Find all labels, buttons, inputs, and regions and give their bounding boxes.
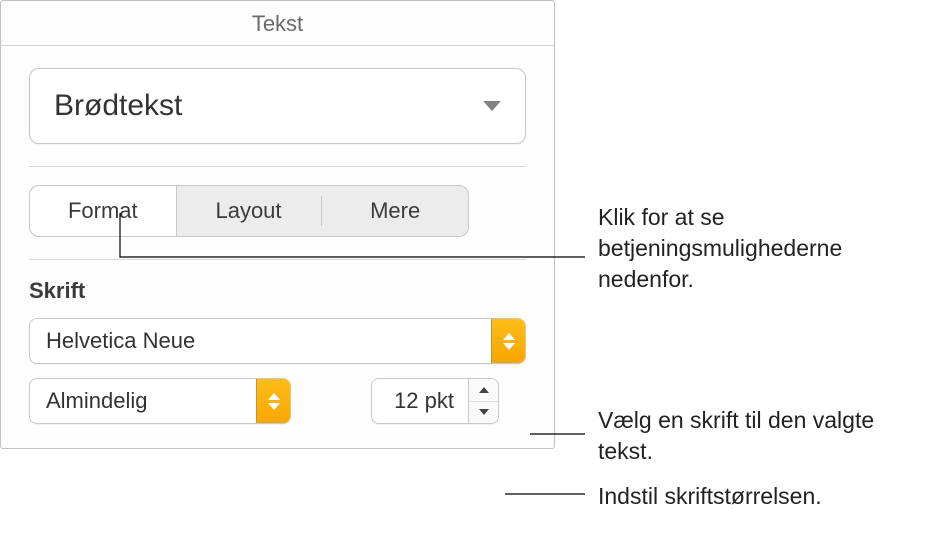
- typeface-select[interactable]: Almindelig: [29, 378, 291, 424]
- chevron-down-icon: [483, 101, 501, 111]
- panel-title: Tekst: [1, 1, 554, 46]
- tab-more[interactable]: Mere: [322, 186, 468, 236]
- tab-layout[interactable]: Layout: [176, 186, 322, 236]
- font-size-stepper: [468, 379, 498, 423]
- callout-size: Indstil skriftstørrelsen.: [598, 481, 918, 512]
- text-tab-segmented: Format Layout Mere: [29, 185, 469, 237]
- divider: [29, 166, 526, 167]
- font-section-label: Skrift: [29, 278, 526, 304]
- font-family-select[interactable]: Helvetica Neue: [29, 318, 526, 364]
- stepper-up[interactable]: [469, 379, 498, 402]
- font-size-value: 12 pkt: [372, 388, 468, 414]
- updown-icon: [256, 379, 290, 423]
- typeface-value: Almindelig: [30, 388, 256, 414]
- paragraph-style-label: Brødtekst: [54, 89, 182, 123]
- chevron-up-icon: [479, 387, 489, 393]
- font-family-value: Helvetica Neue: [30, 328, 491, 354]
- tab-format[interactable]: Format: [30, 186, 176, 236]
- updown-icon: [491, 319, 525, 363]
- callout-tabs: Klik for at se betjeningsmulighederne ne…: [598, 202, 918, 295]
- chevron-down-icon: [479, 409, 489, 415]
- divider: [29, 259, 526, 260]
- stepper-down[interactable]: [469, 402, 498, 424]
- font-size-field[interactable]: 12 pkt: [371, 378, 499, 424]
- paragraph-style-select[interactable]: Brødtekst: [29, 68, 526, 144]
- callout-font: Vælg en skrift til den valgte tekst.: [598, 405, 918, 467]
- text-inspector-panel: Tekst Brødtekst Format Layout Mere Skr: [0, 0, 555, 449]
